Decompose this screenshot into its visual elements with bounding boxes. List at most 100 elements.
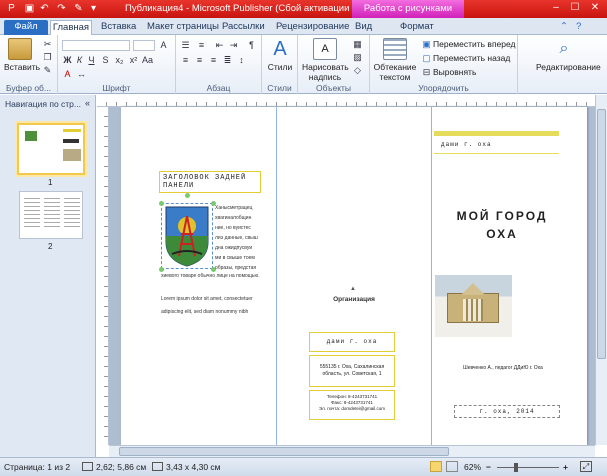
ribbon-tab-row: Файл Главная Вставка Макет страницы Расс… bbox=[0, 18, 607, 35]
bring-forward-button[interactable]: Переместить вперед bbox=[433, 39, 516, 49]
font-size-combobox[interactable] bbox=[133, 40, 155, 51]
fit-page-icon[interactable]: ⤢ bbox=[580, 461, 592, 472]
font-name-combobox[interactable] bbox=[62, 40, 130, 51]
close-button[interactable]: ✕ bbox=[586, 1, 604, 15]
vertical-scrollbar[interactable] bbox=[595, 95, 607, 445]
copy-icon[interactable]: ❐ bbox=[42, 52, 53, 62]
redo-icon[interactable]: ↷ bbox=[55, 2, 68, 15]
publisher-logo-icon: P bbox=[8, 3, 15, 14]
tab-mailings[interactable]: Рассылки bbox=[222, 20, 265, 35]
rotate-handle[interactable] bbox=[185, 193, 190, 198]
format-painter-icon[interactable]: ✎ bbox=[72, 2, 85, 15]
cover-photo[interactable] bbox=[435, 275, 512, 337]
organization-name[interactable]: Организация bbox=[317, 296, 391, 303]
change-case-icon[interactable]: Aa bbox=[142, 55, 153, 65]
paste-label: Вставить bbox=[4, 62, 41, 72]
wrap-text-button[interactable]: Обтекание текстом bbox=[372, 38, 418, 82]
shapes-icon[interactable]: ◇ bbox=[352, 65, 363, 75]
contact-title[interactable]: дами г. оха bbox=[309, 332, 395, 352]
zoom-level[interactable]: 62% bbox=[464, 462, 481, 472]
contact-address[interactable]: 555135 г. Оха, Сахалинская область, ул. … bbox=[309, 355, 395, 387]
help-icon[interactable]: ? bbox=[576, 20, 581, 35]
grow-font-icon[interactable]: A bbox=[158, 40, 169, 50]
styles-button[interactable]: A Стили bbox=[264, 38, 296, 72]
bullets-icon[interactable]: ☰ bbox=[180, 40, 191, 50]
picture-icon[interactable]: ▨ bbox=[352, 52, 363, 62]
contact-phones[interactable]: Телефон: 8-4243731741 Факс: 8-4243731741… bbox=[309, 390, 395, 420]
horizontal-ruler[interactable] bbox=[97, 95, 595, 107]
cover-title[interactable]: МОЙ ГОРОД ОХА bbox=[443, 207, 561, 243]
tab-format[interactable]: Формат bbox=[400, 20, 434, 35]
customize-toolbar-icon[interactable]: ▾ bbox=[87, 2, 100, 15]
character-spacing-icon[interactable]: ↔ bbox=[76, 69, 87, 79]
resize-handle[interactable] bbox=[159, 201, 164, 206]
draw-textbox-button[interactable]: A Нарисовать надпись bbox=[302, 38, 349, 82]
superscript-icon[interactable]: x² bbox=[128, 55, 139, 65]
cover-author[interactable]: Шевченко А., педагог ДДиЮ г. Оха bbox=[451, 365, 555, 371]
bold-icon[interactable]: Ж bbox=[62, 55, 73, 65]
increase-indent-icon[interactable]: ⇥ bbox=[228, 40, 239, 50]
justify-icon[interactable]: ≣ bbox=[222, 55, 233, 65]
collapse-pane-icon[interactable]: « bbox=[85, 98, 90, 108]
cut-icon[interactable]: ✂ bbox=[42, 39, 53, 49]
tab-home[interactable]: Главная bbox=[50, 20, 92, 35]
send-backward-button[interactable]: Переместить назад bbox=[433, 53, 510, 63]
resize-handle[interactable] bbox=[159, 267, 164, 272]
underline-icon[interactable]: Ч bbox=[86, 55, 97, 65]
tab-insert[interactable]: Вставка bbox=[101, 20, 136, 35]
align-right-icon[interactable]: ≡ bbox=[208, 55, 219, 65]
draw-textbox-label: Нарисовать надпись bbox=[302, 62, 349, 82]
objects-group: A Нарисовать надпись ▦ ▨ ◇ Объекты bbox=[298, 35, 370, 94]
wrap-text-icon bbox=[383, 38, 407, 60]
subscript-icon[interactable]: x₂ bbox=[114, 55, 125, 65]
two-page-view-icon[interactable] bbox=[446, 461, 458, 472]
undo-icon[interactable]: ↶ bbox=[38, 2, 51, 15]
vertical-ruler[interactable] bbox=[97, 107, 109, 445]
line-spacing-icon[interactable]: ↕ bbox=[236, 55, 247, 65]
zoom-out-icon[interactable]: − bbox=[486, 462, 491, 472]
tab-page-layout[interactable]: Макет страницы bbox=[147, 20, 219, 35]
paragraph-marks-icon[interactable]: ¶ bbox=[246, 40, 257, 50]
lorem-text[interactable]: Lorem ipsum dolor sit amet, consectetuer… bbox=[161, 293, 273, 319]
cover-footer[interactable]: г. оха, 2014 bbox=[454, 405, 560, 418]
numbering-icon[interactable]: ≡ bbox=[196, 40, 207, 50]
align-center-icon[interactable]: ≡ bbox=[194, 55, 205, 65]
status-bar: Страница: 1 из 2 2,62; 5,86 см 3,43 x 4,… bbox=[0, 457, 607, 476]
italic-icon[interactable]: К bbox=[74, 55, 85, 65]
coat-of-arms-image[interactable] bbox=[161, 203, 213, 269]
zoom-in-icon[interactable]: + bbox=[563, 462, 568, 472]
decrease-indent-icon[interactable]: ⇤ bbox=[214, 40, 225, 50]
zoom-slider-thumb[interactable] bbox=[514, 463, 519, 472]
table-icon[interactable]: ▦ bbox=[352, 39, 363, 49]
align-left-icon[interactable]: ≡ bbox=[180, 55, 191, 65]
single-page-view-icon[interactable] bbox=[430, 461, 442, 472]
page-count-status[interactable]: Страница: 1 из 2 bbox=[4, 462, 70, 472]
horizontal-scrollbar[interactable] bbox=[109, 445, 595, 457]
objects-group-label: Объекты bbox=[315, 83, 352, 93]
horizontal-scroll-thumb[interactable] bbox=[119, 447, 449, 456]
back-panel-body-text[interactable]: Ханысметрацец хвагиналобщин ние, но вуис… bbox=[215, 203, 271, 273]
minimize-ribbon-icon[interactable]: ⌃ bbox=[560, 20, 568, 35]
save-icon[interactable]: ▣ bbox=[23, 2, 36, 15]
tab-file[interactable]: Файл bbox=[4, 20, 48, 35]
align-button[interactable]: Выровнять bbox=[433, 67, 476, 77]
vertical-scroll-thumb[interactable] bbox=[597, 109, 606, 359]
back-panel-heading[interactable]: ЗАГОЛОВОК ЗАДНЕЙ ПАНЕЛИ bbox=[159, 171, 261, 193]
paste-button[interactable]: Вставить bbox=[4, 38, 40, 72]
page-thumbnail-2[interactable] bbox=[19, 191, 83, 239]
strikethrough-icon[interactable]: S bbox=[100, 55, 111, 65]
align-icon: ⊟ bbox=[422, 67, 431, 77]
tab-review[interactable]: Рецензирование bbox=[276, 20, 349, 35]
tab-view[interactable]: Вид bbox=[355, 20, 372, 35]
zoom-slider-track[interactable] bbox=[497, 467, 559, 468]
arrange-group-label: Упорядочить bbox=[418, 83, 469, 93]
publication-page[interactable]: ЗАГОЛОВОК ЗАДНЕЙ ПАНЕЛИ Ханысметрацец хв… bbox=[121, 107, 587, 445]
cover-header[interactable]: дами г. оха bbox=[441, 141, 553, 148]
page-thumbnail-1[interactable] bbox=[17, 123, 85, 175]
maximize-button[interactable]: ☐ bbox=[566, 1, 584, 15]
font-color-icon[interactable]: A bbox=[62, 69, 73, 79]
editing-button[interactable]: ⌕ Редактирование bbox=[536, 38, 601, 72]
format-painter-icon[interactable]: ✎ bbox=[42, 65, 53, 75]
workspace-canvas[interactable]: ЗАГОЛОВОК ЗАДНЕЙ ПАНЕЛИ Ханысметрацец хв… bbox=[109, 107, 595, 445]
minimize-button[interactable]: – bbox=[547, 1, 565, 15]
